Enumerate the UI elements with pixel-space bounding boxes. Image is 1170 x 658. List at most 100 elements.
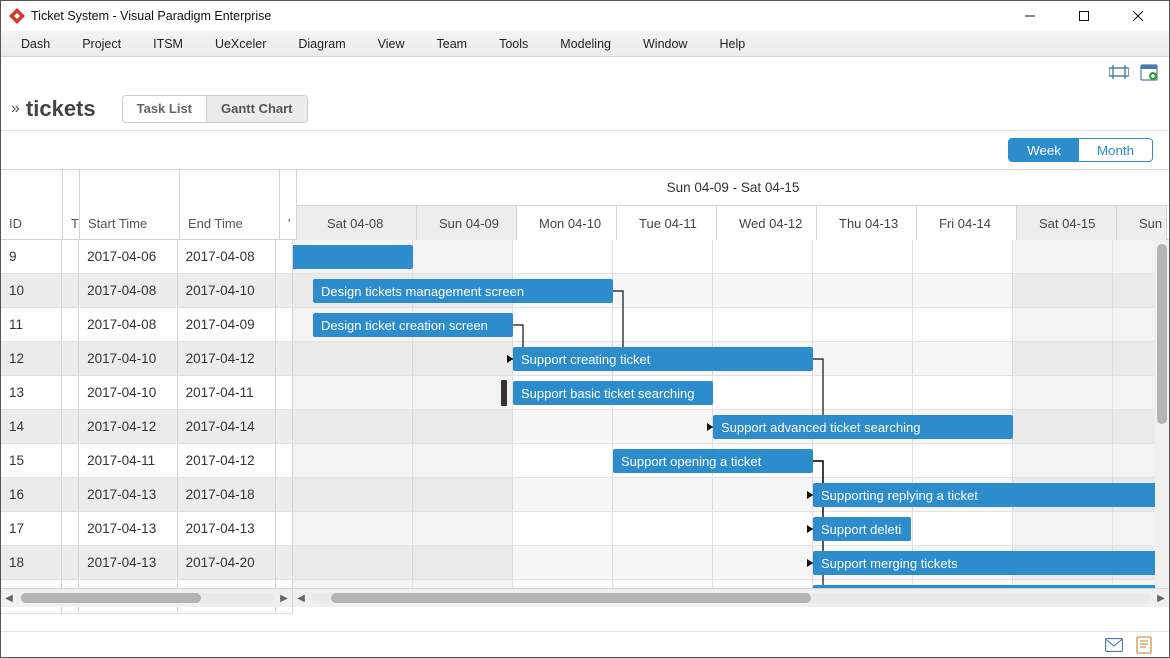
gantt-bar[interactable]: Support 'watching' a ticket [813, 585, 1169, 588]
app-icon [9, 8, 25, 24]
menu-item-help[interactable]: Help [707, 34, 757, 54]
gantt-bar[interactable]: Support advanced ticket searching [713, 415, 1013, 439]
cell: 2017-04-13 [79, 478, 177, 511]
dependency-arrow-icon [707, 423, 713, 431]
menu-item-view[interactable]: View [366, 34, 417, 54]
cell [276, 478, 293, 511]
table-row[interactable]: 9 2017-04-062017-04-08 [1, 240, 293, 274]
table-row[interactable]: 142017-04-122017-04-14 [1, 410, 293, 444]
table-row[interactable]: 172017-04-132017-04-13 [1, 512, 293, 546]
cell: 15 [1, 444, 62, 477]
menu-item-diagram[interactable]: Diagram [286, 34, 357, 54]
menu-item-tools[interactable]: Tools [487, 34, 540, 54]
cell [62, 512, 79, 545]
table-row[interactable]: 102017-04-082017-04-10 [1, 274, 293, 308]
mail-icon[interactable] [1105, 636, 1123, 654]
cell: 14 [1, 410, 62, 443]
cell: 9 [1, 240, 62, 273]
table-row[interactable]: 112017-04-082017-04-09 [1, 308, 293, 342]
day-header: Sat 04-15 [1017, 206, 1117, 240]
cell [276, 444, 293, 477]
cell [276, 546, 293, 579]
cell: 10 [1, 274, 62, 307]
close-button[interactable] [1115, 2, 1161, 30]
cell: 2017-04-08 [178, 240, 276, 273]
cell [62, 240, 79, 273]
page-title: tickets [26, 96, 96, 122]
tab-gantt-chart[interactable]: Gantt Chart [206, 96, 307, 122]
col-start[interactable]: Start Time [80, 169, 180, 239]
gantt-bar[interactable]: Support creating ticket [513, 347, 813, 371]
cell: 2017-04-06 [79, 240, 177, 273]
cell [276, 512, 293, 545]
day-header: Sat 04-08 [297, 206, 417, 240]
gantt-bar[interactable] [293, 245, 413, 269]
hscroll-left[interactable]: ◀ ▶ [1, 589, 293, 607]
maximize-button[interactable] [1061, 2, 1107, 30]
col-tail[interactable]: ' [280, 169, 297, 239]
menu-item-uexceler[interactable]: UeXceler [203, 34, 278, 54]
menu-item-dash[interactable]: Dash [9, 34, 62, 54]
gantt-bar[interactable]: Support basic ticket searching [513, 381, 713, 405]
cell [62, 444, 79, 477]
cell: 2017-04-10 [79, 342, 177, 375]
menu-item-itsm[interactable]: ITSM [141, 34, 195, 54]
menu-item-project[interactable]: Project [70, 34, 133, 54]
layout-icon[interactable] [1109, 62, 1129, 82]
gantt-bar[interactable]: Design tickets management screen [313, 279, 613, 303]
minimize-button[interactable] [1007, 2, 1053, 30]
table-row[interactable]: 132017-04-102017-04-11 [1, 376, 293, 410]
menu-item-team[interactable]: Team [425, 34, 480, 54]
gantt-bar[interactable]: Design ticket creation screen [313, 313, 513, 337]
day-header: Mon 04-10 [517, 206, 617, 240]
app-window: Ticket System - Visual Paradigm Enterpri… [0, 0, 1170, 658]
gantt-header: ID T Start Time End Time ' Sun 04-09 - S… [1, 170, 1169, 240]
gantt-bar[interactable]: Supporting replying a ticket [813, 483, 1169, 507]
col-end[interactable]: End Time [180, 169, 280, 239]
gantt-columns-header: ID T Start Time End Time ' [1, 170, 297, 239]
cell: 2017-04-10 [178, 274, 276, 307]
gantt-body: 9 2017-04-062017-04-08102017-04-082017-04… [1, 240, 1169, 588]
calendar-add-icon[interactable] [1139, 62, 1159, 82]
cell: 2017-04-10 [79, 376, 177, 409]
view-week-button[interactable]: Week [1009, 139, 1079, 161]
table-row[interactable]: 162017-04-132017-04-18 [1, 478, 293, 512]
dependency-arrow-icon [807, 525, 813, 533]
cell: 2017-04-09 [178, 308, 276, 341]
table-row[interactable]: 152017-04-112017-04-12 [1, 444, 293, 478]
page-header: » tickets Task List Gantt Chart [1, 87, 1169, 131]
gantt-bar[interactable]: Support opening a ticket [613, 449, 813, 473]
breadcrumb-icon: » [11, 100, 18, 118]
table-row[interactable]: 122017-04-102017-04-12 [1, 342, 293, 376]
table-row[interactable]: 182017-04-132017-04-20 [1, 546, 293, 580]
cell [62, 546, 79, 579]
tab-task-list[interactable]: Task List [123, 96, 206, 122]
col-t[interactable]: T [63, 169, 80, 239]
day-header: Thu 04-13 [817, 206, 917, 240]
cell: 11 [1, 308, 62, 341]
menu-item-window[interactable]: Window [631, 34, 699, 54]
gantt-bar[interactable]: Support merging tickets [813, 551, 1169, 575]
cell: 2017-04-20 [178, 546, 276, 579]
gantt-bar[interactable]: Support deleti [813, 517, 911, 541]
cell [62, 274, 79, 307]
day-header: Sun [1117, 206, 1167, 240]
cell: 18 [1, 546, 62, 579]
dependency-arrow-icon [807, 491, 813, 499]
gantt-week-label: Sun 04-09 - Sat 04-15 [297, 170, 1169, 206]
menubar: Dash Project ITSM UeXceler Diagram View Team To… [1, 31, 1169, 57]
cell [276, 342, 293, 375]
menu-item-modeling[interactable]: Modeling [548, 34, 623, 54]
view-tabs: Task List Gantt Chart [122, 95, 308, 123]
gantt-right-grid[interactable]: Design tickets management screen Design t… [293, 240, 1169, 588]
note-icon[interactable] [1135, 636, 1153, 654]
view-month-button[interactable]: Month [1079, 139, 1152, 161]
hscroll-right[interactable]: ◀ ▶ [293, 589, 1169, 607]
cell: 2017-04-13 [79, 512, 177, 545]
col-id[interactable]: ID [1, 169, 63, 239]
gantt-timeline-header: Sun 04-09 - Sat 04-15 Sat 04-08Sun 04-09… [297, 170, 1169, 239]
cell: 2017-04-11 [79, 444, 177, 477]
cell [62, 308, 79, 341]
vertical-scrollbar[interactable] [1155, 240, 1169, 588]
cell [62, 342, 79, 375]
